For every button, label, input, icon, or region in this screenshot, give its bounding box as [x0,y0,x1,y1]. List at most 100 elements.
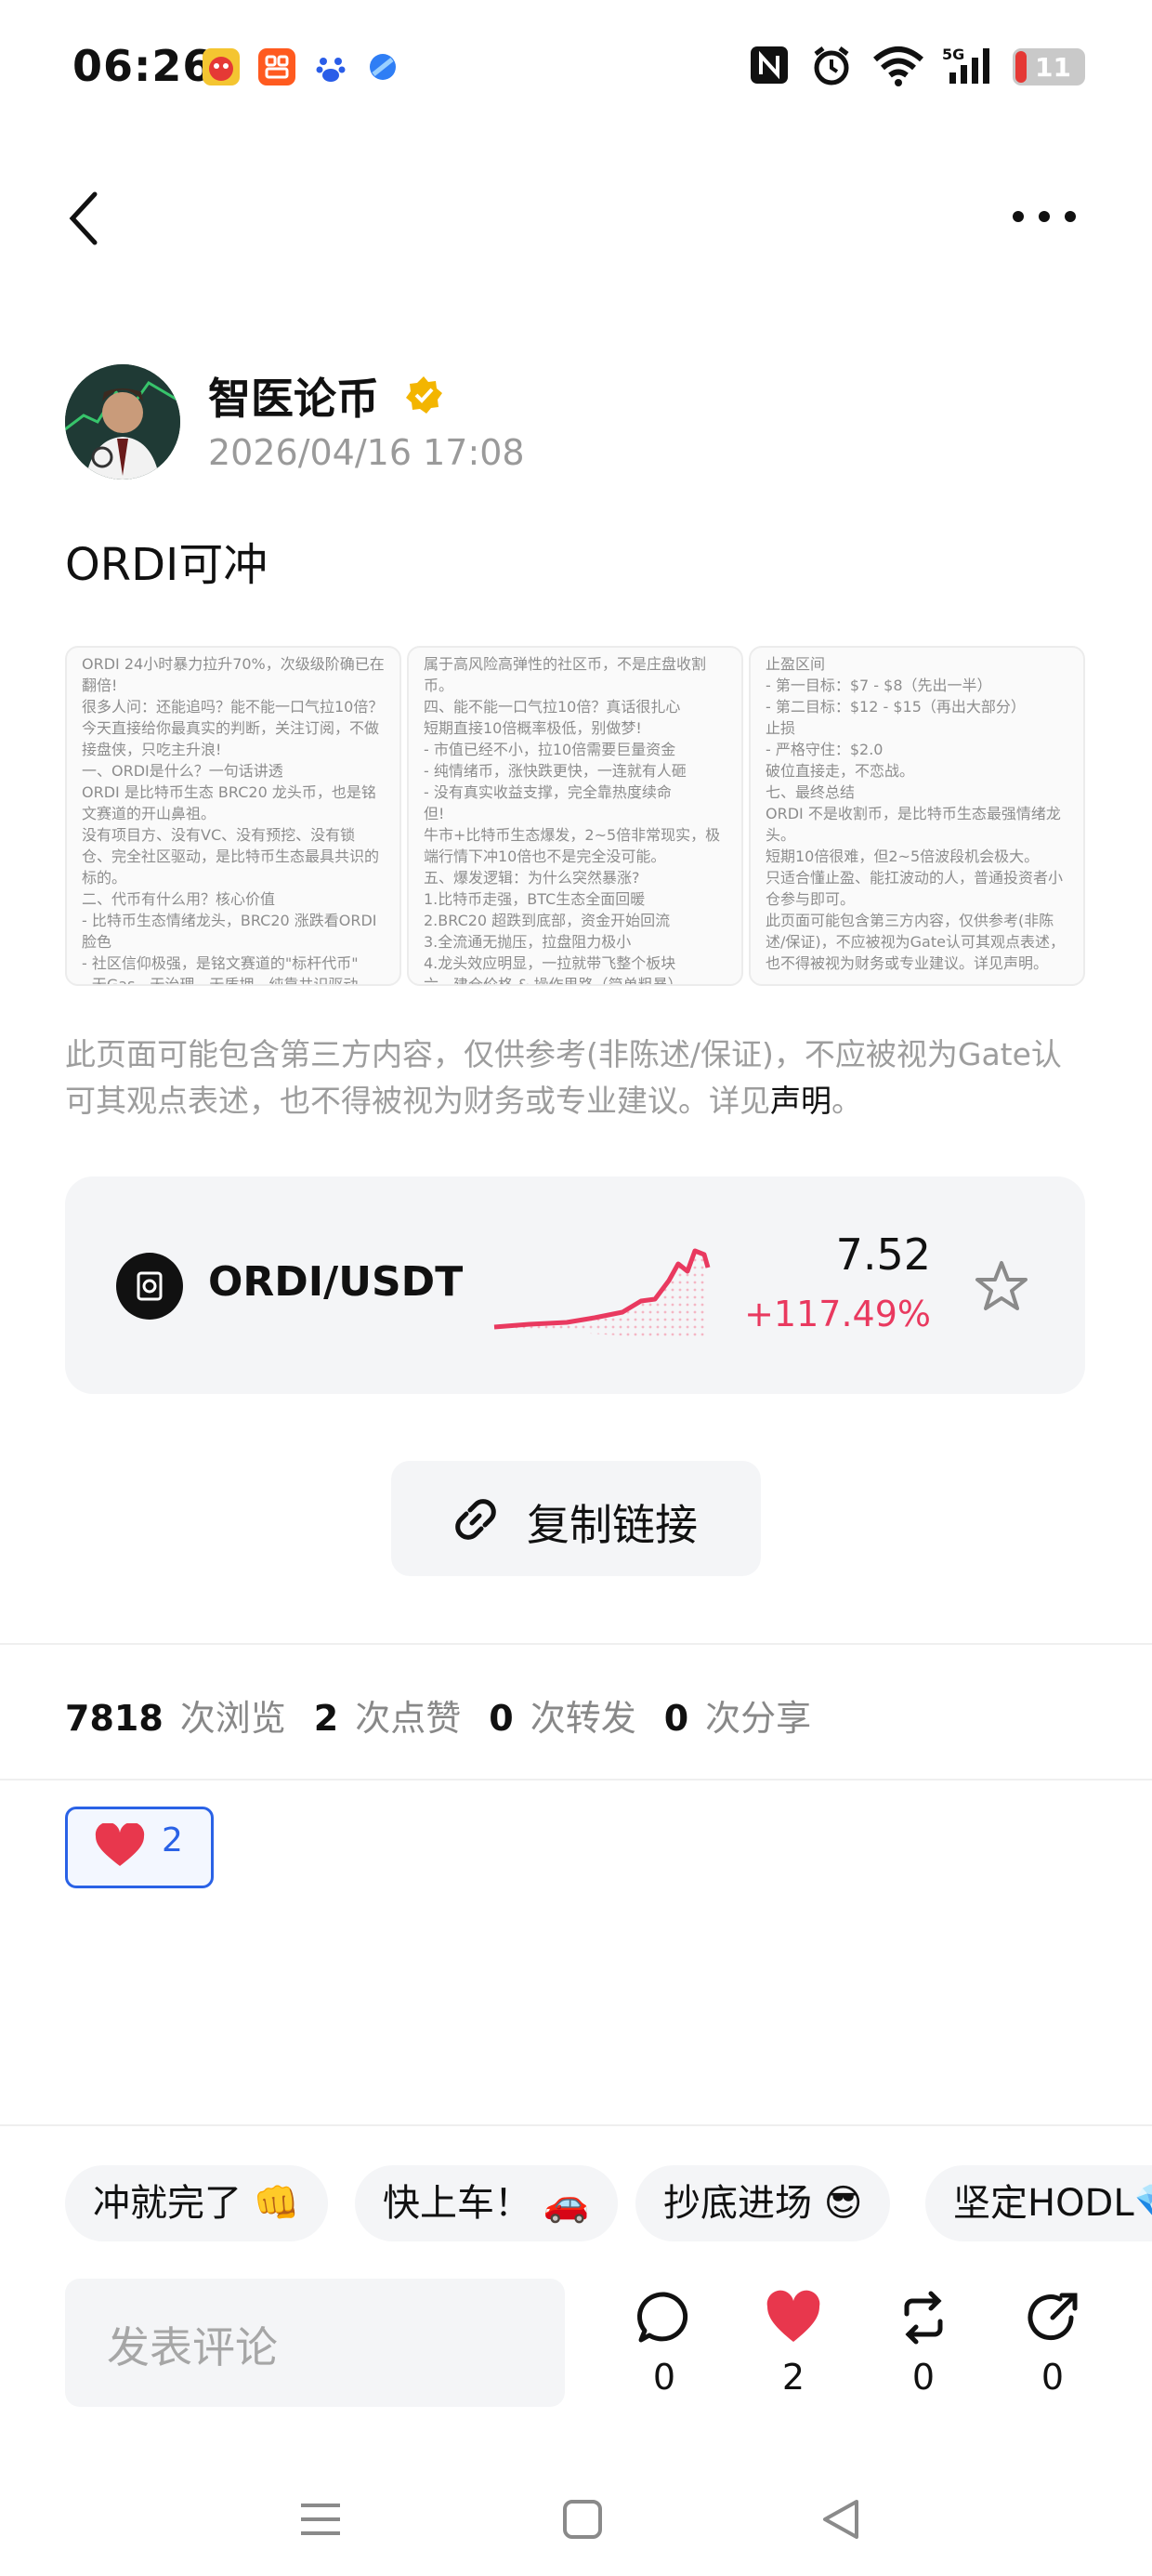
post-image-line: 二、代币有什么用？核心价值 [82,890,276,908]
post-image-line: ORDI 24小时暴力拉升70%，次级级阶确已在翻倍! [82,655,385,694]
post-image-line: - 第一目标：$7 - $8（先出一半） [766,677,992,694]
post-image-line: - 没有真实收益支撑，完全靠热度续命 [424,783,672,801]
quick-reply-chip[interactable]: 抄底进场 😎 [635,2165,891,2241]
favorite-star-icon[interactable] [974,1259,1029,1315]
post-image-line: 五、爆发逻辑：为什么突然暴涨? [424,869,640,887]
home-nav-icon[interactable] [561,2498,604,2544]
post-image-line: 没有项目方、没有VC、没有预挖、没有锁仓、完全社区驱动，是比特币生态最具共识的标… [82,826,380,887]
baidu-notification-icon [312,48,349,85]
post-image-line: 只适合懂止盈、能扛波动的人，普通投资者小仓参与即可。 [766,869,1064,908]
post-image-line: 但! [424,805,445,822]
post-image-line: 短期10倍很难，但2~5倍波段机会极大。 [766,848,1040,865]
market-pair: ORDI/USDT [208,1258,464,1306]
like-count: 2 [781,2357,805,2398]
nfc-icon [749,45,790,89]
post-image-line: - 社区信仰极强，是铭文赛道的"标杆代币" [82,954,359,972]
market-price: 7.52 [835,1229,931,1280]
back-button[interactable] [67,191,98,246]
divider [0,2124,1152,2126]
heart-icon[interactable] [766,2290,821,2346]
menu-nav-icon[interactable] [299,2498,342,2544]
copy-link-label: 复制链接 [527,1500,698,1550]
alarm-icon [810,45,853,91]
comment-icon[interactable] [636,2290,692,2346]
back-nav-icon[interactable] [819,2498,862,2544]
post-image-line: 此页面可能包含第三方内容，仅供参考(非陈述/保证)，不应被视为Gate认可其观点… [766,912,1065,972]
reposts-label: 次转发 [530,1698,636,1739]
comment-count: 0 [652,2357,676,2398]
likes-count: 2 [313,1698,339,1739]
post-image-line: ORDI 是比特币生态 BRC20 龙头币，也是铭文赛道的开山鼻祖。 [82,783,376,822]
reposts-count: 0 [489,1698,514,1739]
post-image-line: 六、建仓价格 & 操作思路（简单粗暴） [424,976,683,986]
reaction-count: 2 [162,1821,183,1860]
app-notification-icon [258,48,295,85]
share-icon[interactable] [1025,2290,1080,2346]
post-stats: 7818 次浏览 2 次点赞 0 次转发 0 次分享 [65,1689,839,1741]
ordi-coin-icon [116,1253,183,1320]
comment-placeholder: 发表评论 [107,2322,278,2372]
repost-count: 0 [911,2357,936,2398]
wifi-icon [871,45,925,91]
post-image-line: 很多人问：还能追吗？能不能一口气拉10倍？ [82,698,384,716]
share-count: 0 [1041,2357,1065,2398]
divider [0,1779,1152,1781]
shares-label: 次分享 [705,1698,812,1739]
battery-icon: 11 [1013,48,1085,85]
views-count: 7818 [65,1698,164,1739]
post-image-line: 七、最终总结 [766,783,856,801]
post-image-line: 1.比特币走强，BTC生态全面回暖 [424,890,646,908]
disclaimer-text: 此页面可能包含第三方内容，仅供参考(非陈述/保证)，不应被视为Gate认可其观点… [65,1032,1087,1124]
post-image-line: 3.全流通无抛压，拉盘阻力极小 [424,933,632,951]
post-image-line: ORDI 不是收割币，是比特币生态最强情绪龙头。 [766,805,1061,844]
post-image-line: 今天直接给你最真实的判断，关注订阅，不做接盘侠，只吃主升浪! [82,719,380,758]
post-image-line: - 严格守住：$2.0 [766,741,884,758]
price-sparkline [492,1243,715,1336]
quick-reply-chip[interactable]: 坚定HODL💎 [925,2165,1152,2241]
post-image-line: - 市值已经不小，拉10倍需要巨量资金 [424,741,676,758]
disclaimer-link[interactable]: 声明 [770,1083,831,1119]
post-image-text: 止盈区间 - 第一目标：$7 - $8（先出一半） - 第二目标：$12 - $15… [751,648,1083,979]
post-title: ORDI可冲 [65,539,268,591]
quick-reply-chip[interactable]: 冲就完了 👊 [65,2165,328,2241]
author-avatar[interactable] [65,364,180,480]
post-image-line: - 纯情绪币，涨快跌更快，一连就有人砸 [424,762,687,780]
disclaimer-body: 此页面可能包含第三方内容，仅供参考(非陈述/保证)，不应被视为Gate认可其观点… [65,1036,1062,1119]
post-image-line: - 无Gas、无治理、无质押，纯靠共识驱动 [82,976,359,986]
market-change: +117.49% [744,1294,931,1334]
post-image-line: - 比特币生态情绪龙头，BRC20 涨跌看ORDI脸色 [82,912,377,951]
cellular-5g-icon: 5G [942,45,996,91]
post-image-line: 短期直接10倍概率极低，别做梦! [424,719,642,737]
post-image-text: 属于高风险高弹性的社区币，不是庄盘收割币。四、能不能一口气拉10倍？真话很扎心短… [409,648,741,986]
likes-label: 次点赞 [355,1698,462,1739]
post-timestamp: 2026/04/16 17:08 [208,432,525,473]
post-image-line: 4.龙头效应明显，一拉就带飞整个板块 [424,954,676,972]
link-icon [450,1493,502,1545]
post-image-line: 属于高风险高弹性的社区币，不是庄盘收割币。 [424,655,707,694]
post-image-line: - 第二目标：$12 - $15（再出大部分） [766,698,1026,716]
app-notification-icon [203,48,240,85]
browser-notification-icon [364,48,401,85]
post-image-line: 止损 [766,719,796,737]
post-image[interactable]: ORDI 24小时暴力拉升70%，次级级阶确已在翻倍! 很多人问：还能追吗？能不能… [65,646,401,986]
repost-icon[interactable] [896,2290,951,2346]
heart-icon [94,1821,146,1872]
disclaimer-end: 。 [831,1083,862,1119]
post-image-line: 止盈区间 [766,655,826,673]
more-options-button[interactable] [1011,209,1078,224]
author-name[interactable]: 智医论币 [208,365,379,427]
views-label: 次浏览 [179,1698,286,1739]
shares-count: 0 [663,1698,689,1739]
post-image[interactable]: 属于高风险高弹性的社区币，不是庄盘收割币。四、能不能一口气拉10倍？真话很扎心短… [407,646,743,986]
verified-badge-icon [403,375,444,415]
post-image-line: 一、ORDI是什么？一句话讲透 [82,762,283,780]
status-time: 06:26 [72,41,214,91]
post-image[interactable]: 止盈区间 - 第一目标：$7 - $8（先出一半） - 第二目标：$12 - $15… [749,646,1085,986]
post-image-line: 2.BRC20 超跌到底部，资金开始回流 [424,912,671,929]
post-image-line: 破位直接走，不恋战。 [766,762,915,780]
quick-reply-chip[interactable]: 快上车！ 🚗 [355,2165,618,2241]
divider [0,1643,1152,1645]
post-image-line: 四、能不能一口气拉10倍？真话很扎心 [424,698,681,716]
post-image-text: ORDI 24小时暴力拉升70%，次级级阶确已在翻倍! 很多人问：还能追吗？能不能… [67,648,399,986]
post-image-line: 牛市+比特币生态爆发，2~5倍非常现实，极端行情下冲10倍也不是完全没可能。 [424,826,721,865]
